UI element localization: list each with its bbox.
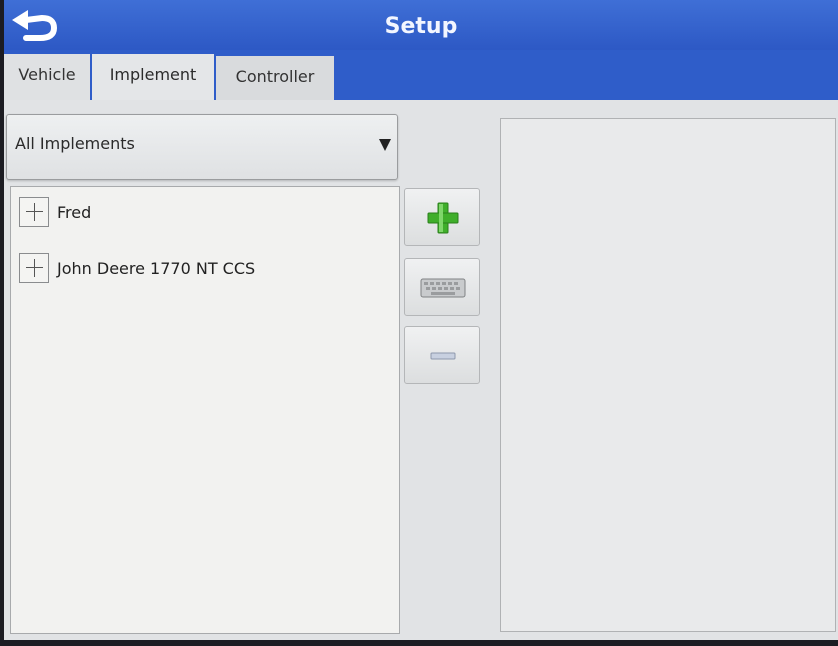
expand-plus-icon[interactable] [19, 197, 49, 227]
implement-filter-dropdown[interactable]: All Implements [6, 114, 398, 180]
rename-implement-button[interactable] [404, 258, 480, 316]
tab-controller[interactable]: Controller [216, 56, 334, 100]
implement-panel: All Implements Fred John Deere 1770 NT C… [4, 100, 838, 640]
expand-plus-icon[interactable] [19, 253, 49, 283]
list-item[interactable]: John Deere 1770 NT CCS [17, 253, 387, 287]
implement-list[interactable]: Fred John Deere 1770 NT CCS [10, 186, 400, 634]
plus-icon [427, 202, 459, 234]
keyboard-icon [420, 278, 466, 298]
minus-icon [430, 352, 456, 360]
tab-vehicle[interactable]: Vehicle [4, 54, 90, 100]
dropdown-selected-value: All Implements [15, 134, 135, 153]
setup-screen: Setup Vehicle Implement Controller All I… [4, 0, 838, 640]
list-item-label: Fred [57, 203, 92, 222]
add-implement-button[interactable] [404, 188, 480, 246]
implement-details-panel [500, 118, 836, 632]
page-title: Setup [384, 14, 458, 39]
list-item[interactable]: Fred [17, 197, 387, 231]
remove-implement-button[interactable] [404, 326, 480, 384]
list-item-label: John Deere 1770 NT CCS [57, 259, 256, 278]
tab-implement[interactable]: Implement [92, 54, 214, 104]
dropdown-arrow-icon [379, 139, 391, 151]
tab-strip: Vehicle Implement Controller [4, 50, 838, 104]
